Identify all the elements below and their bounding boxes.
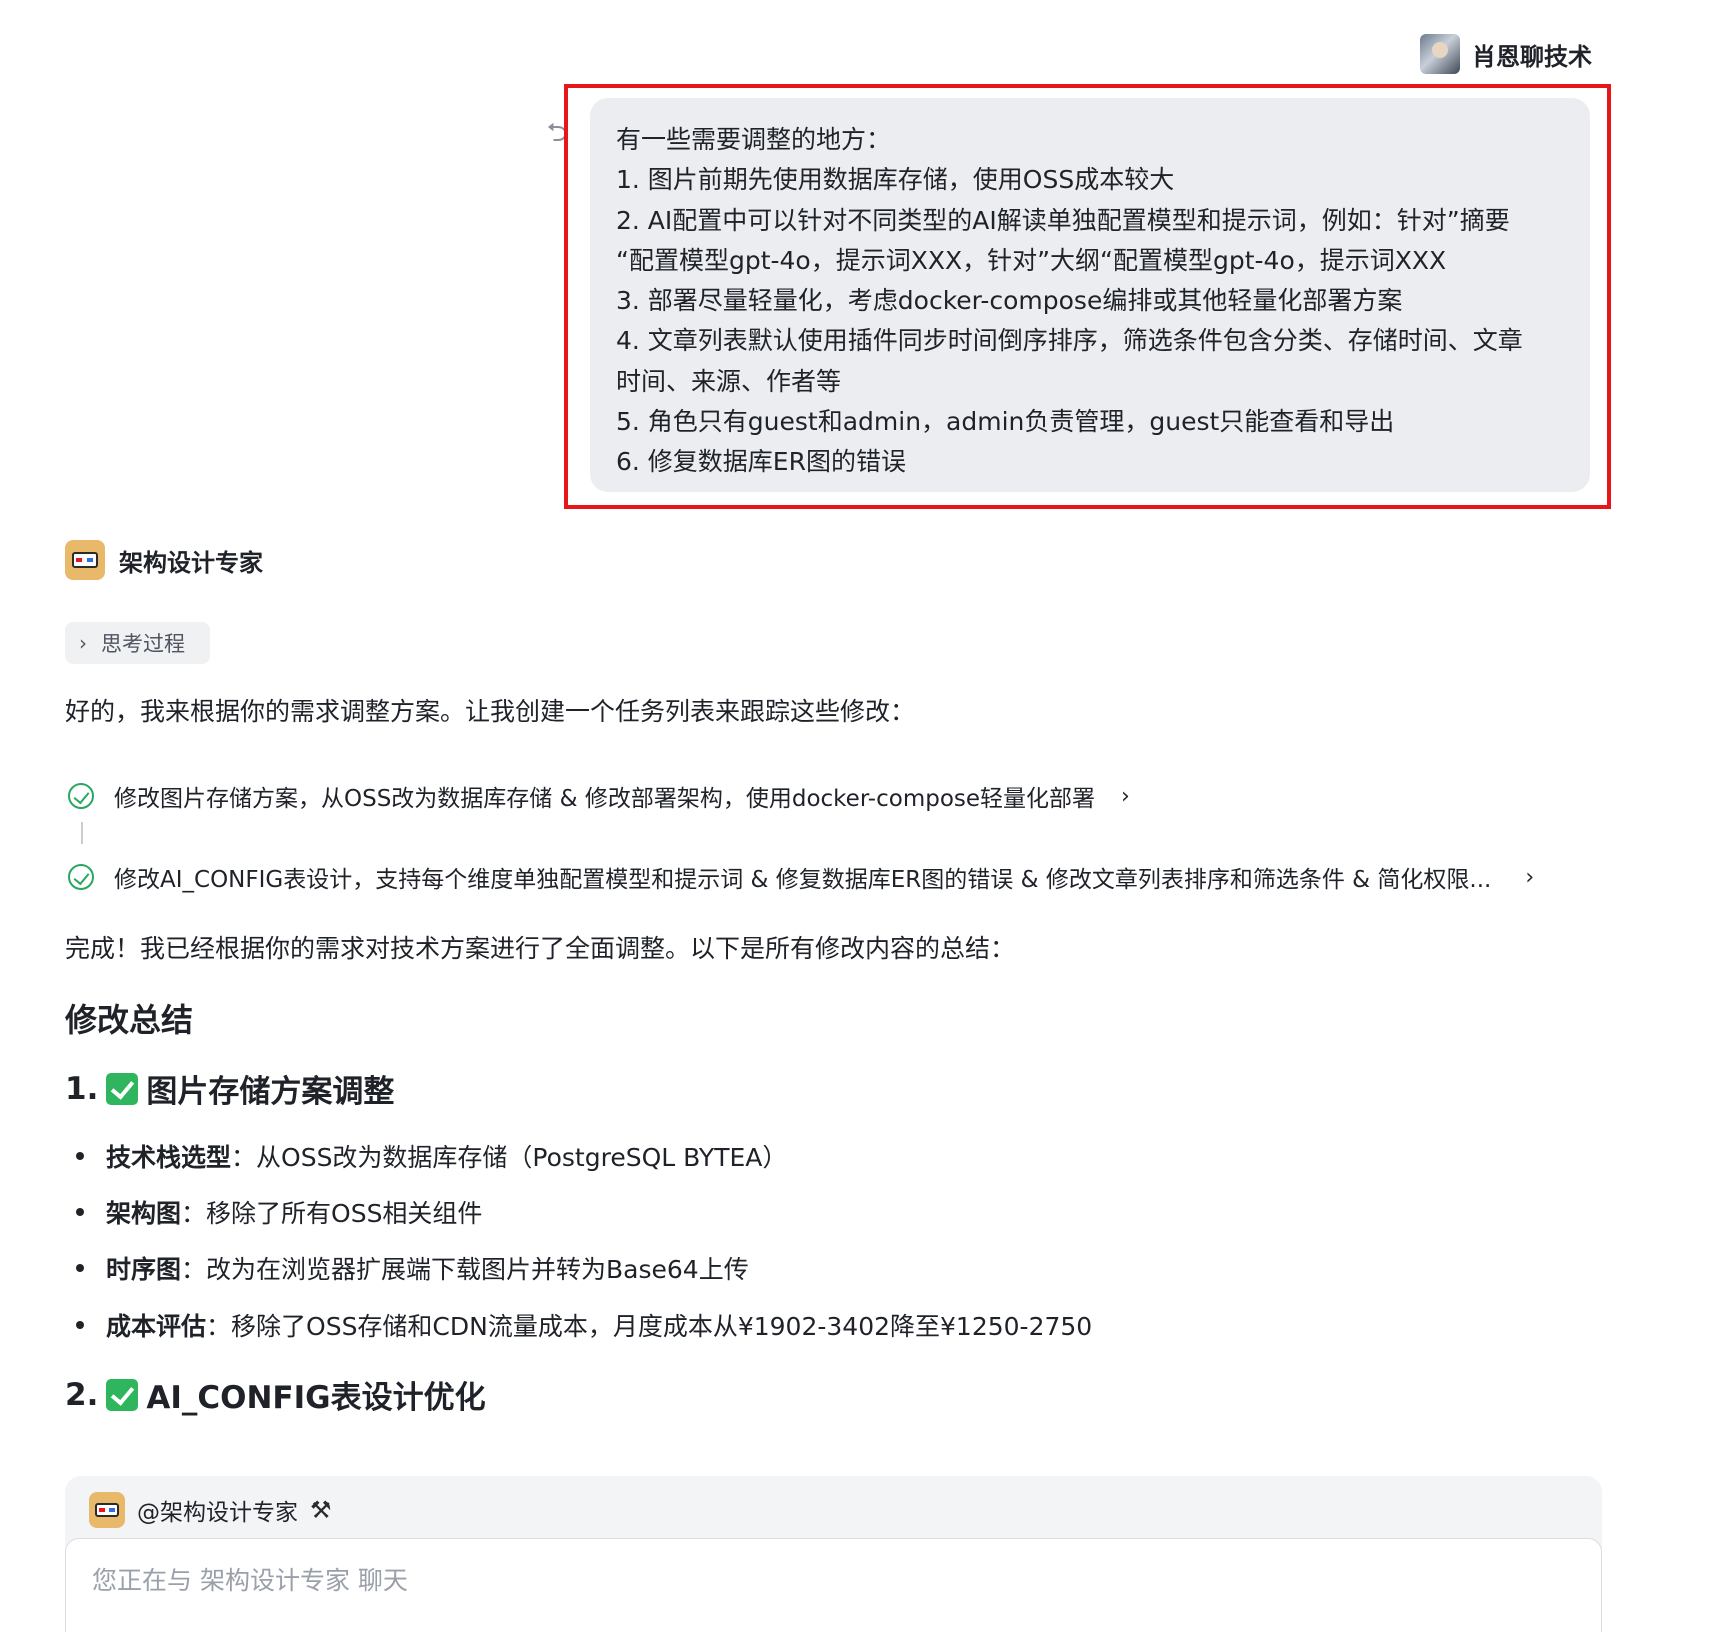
- chevron-right-icon: ›: [1525, 864, 1535, 890]
- assistant-intro: 好的，我来根据你的需求调整方案。让我创建一个任务列表来跟踪这些修改：: [65, 697, 916, 726]
- task-label: 修改AI_CONFIG表设计，支持每个维度单独配置模型和提示词 & 修复数据库E…: [114, 867, 1492, 893]
- composer: @架构设计专家 ⚒ 您正在与 架构设计专家 聊天: [65, 1476, 1602, 1632]
- list-item-text: ：移除了所有OSS相关组件: [181, 1199, 483, 1228]
- bot-avatar-icon: [89, 1492, 125, 1528]
- task-item[interactable]: 修改图片存储方案，从OSS改为数据库存储 & 修改部署架构，使用docker-c…: [68, 779, 1130, 813]
- task-item[interactable]: 修改AI_CONFIG表设计，支持每个维度单独配置模型和提示词 & 修复数据库E…: [68, 860, 1534, 894]
- check-circle-icon: [68, 783, 94, 809]
- chevron-right-icon: ›: [1121, 783, 1130, 809]
- list-item-label: 成本评估: [106, 1312, 207, 1341]
- list-item-text: ：改为在浏览器扩展端下载图片并转为Base64上传: [181, 1255, 749, 1284]
- section-title: 图片存储方案调整: [146, 1074, 395, 1110]
- user-avatar: [1420, 34, 1460, 74]
- list-item: 成本评估 ：移除了OSS存储和CDN流量成本，月度成本从¥1902-3402降至…: [76, 1307, 1092, 1343]
- section-number: 1.: [65, 1070, 99, 1107]
- thinking-process-toggle[interactable]: › 思考过程: [65, 622, 210, 664]
- chevron-right-icon: ›: [79, 631, 87, 655]
- summary-heading: 修改总结: [65, 1001, 194, 1039]
- assistant-done-text: 完成！我已经根据你的需求对技术方案进行了全面调整。以下是所有修改内容的总结：: [65, 934, 1016, 963]
- list-item: 技术栈选型 ：从OSS改为数据库存储（PostgreSQL BYTEA）: [76, 1138, 787, 1174]
- list-item-label: 技术栈选型: [106, 1143, 232, 1172]
- tools-icon[interactable]: ⚒: [310, 1496, 332, 1524]
- check-mark-icon: [106, 1378, 139, 1411]
- list-item: 时序图 ：改为在浏览器扩展端下载图片并转为Base64上传: [76, 1250, 749, 1286]
- user-header: 肖恩聊技术: [1420, 34, 1592, 74]
- chat-input[interactable]: 您正在与 架构设计专家 聊天: [65, 1538, 1602, 1632]
- agent-mention[interactable]: @架构设计专家: [137, 1493, 298, 1527]
- user-name: 肖恩聊技术: [1472, 42, 1592, 71]
- list-item-label: 时序图: [106, 1255, 182, 1284]
- composer-agent-bar: @架构设计专家 ⚒: [89, 1492, 332, 1528]
- section-heading: 2. AI_CONFIG表设计优化: [65, 1372, 486, 1417]
- list-item-label: 架构图: [106, 1199, 182, 1228]
- section-title: AI_CONFIG表设计优化: [146, 1380, 486, 1416]
- bot-avatar-icon: [65, 540, 105, 580]
- section-heading: 1. 图片存储方案调整: [65, 1066, 394, 1111]
- assistant-header: 架构设计专家: [65, 540, 263, 580]
- list-item-text: ：移除了OSS存储和CDN流量成本，月度成本从¥1902-3402降至¥1250…: [206, 1312, 1093, 1341]
- assistant-name: 架构设计专家: [119, 548, 263, 577]
- check-mark-icon: [106, 1072, 139, 1105]
- check-circle-icon: [68, 864, 94, 890]
- list-item: 架构图 ：移除了所有OSS相关组件: [76, 1194, 482, 1230]
- thinking-label: 思考过程: [101, 632, 185, 656]
- annotation-highlight-box: [564, 84, 1611, 509]
- section-number: 2.: [65, 1376, 99, 1413]
- task-connector: [81, 822, 83, 844]
- task-label: 修改图片存储方案，从OSS改为数据库存储 & 修改部署架构，使用docker-c…: [114, 786, 1096, 812]
- list-item-text: ：从OSS改为数据库存储（PostgreSQL BYTEA）: [231, 1143, 788, 1172]
